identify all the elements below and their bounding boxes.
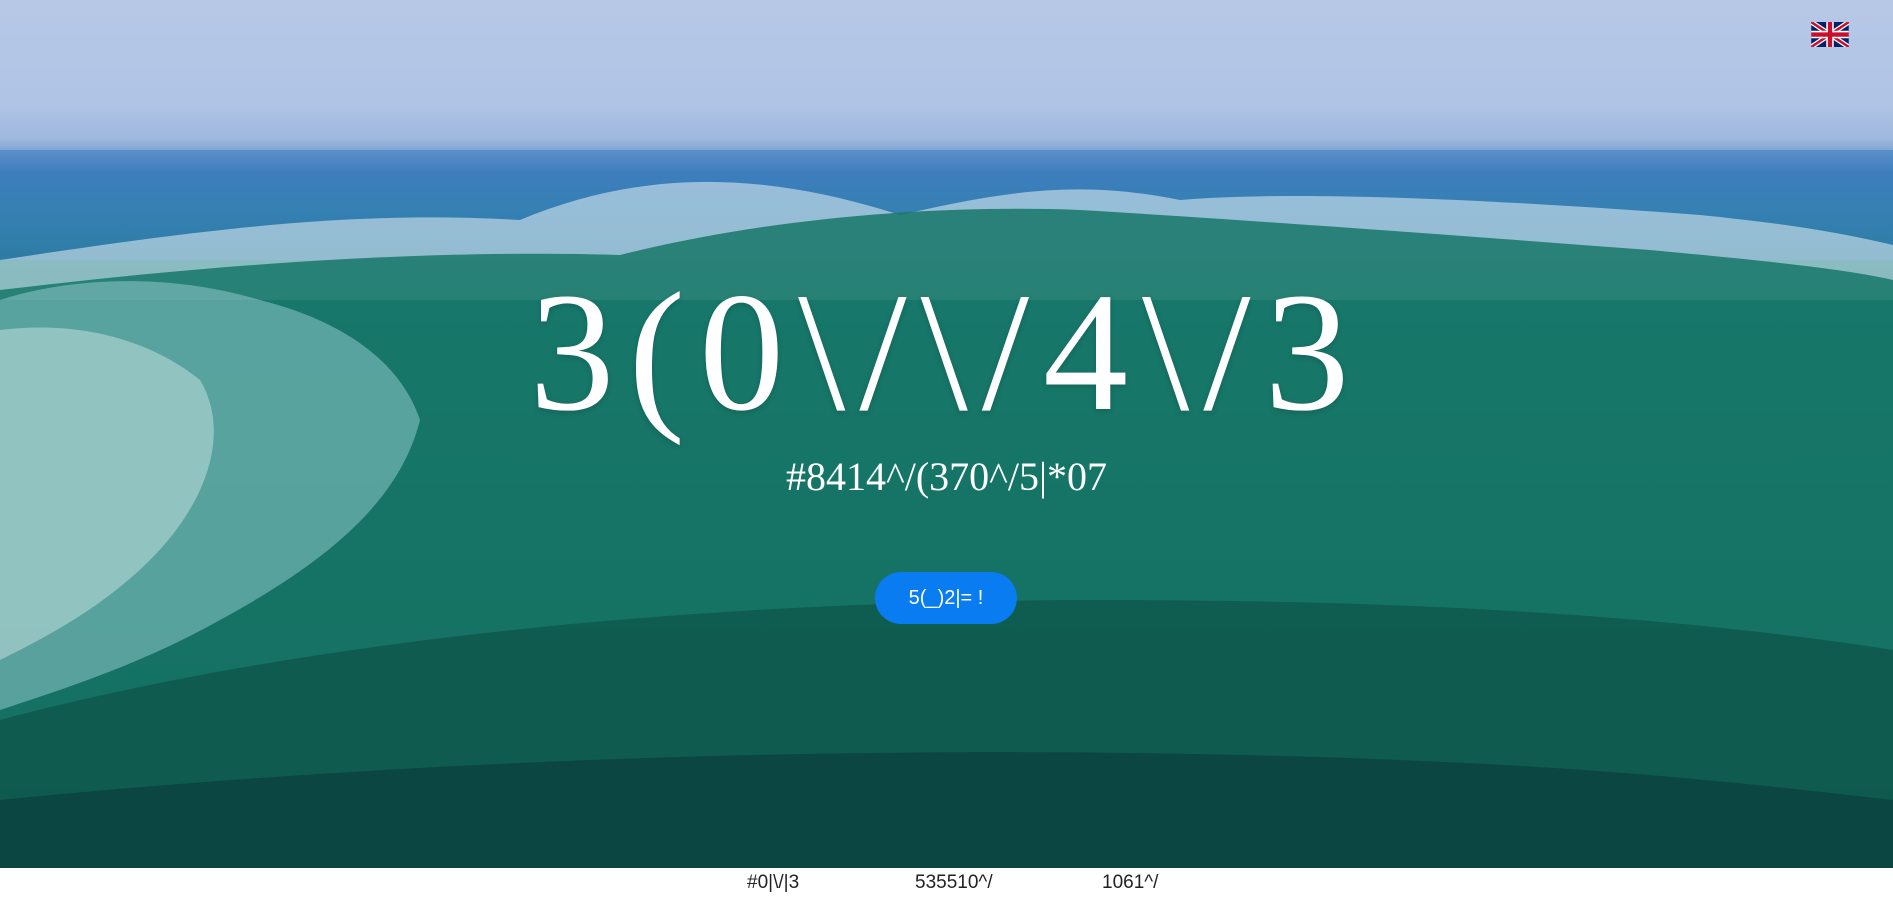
hero-section: 3(0\/\/4\/3 #8414^/(370^/5|*07 5(_)2|= ! [0,0,1893,868]
hero-subtitle: #8414^/(370^/5|*07 [785,454,1108,499]
cta-button[interactable]: 5(_)2|= ! [875,572,1017,624]
footer-link-sessions[interactable]: 535510^/ [915,872,993,894]
footer-nav: #0|\/|3 535510^/ 1061^/ [0,868,1893,897]
page: 3(0\/\/4\/3 #8414^/(370^/5|*07 5(_)2|= !… [0,0,1893,897]
uk-flag-icon[interactable] [1811,22,1849,47]
hero-title: 3(0\/\/4\/3 [529,258,1364,446]
footer-link-login[interactable]: 1061^/ [1102,872,1158,894]
footer-link-home[interactable]: #0|\/|3 [747,872,799,894]
